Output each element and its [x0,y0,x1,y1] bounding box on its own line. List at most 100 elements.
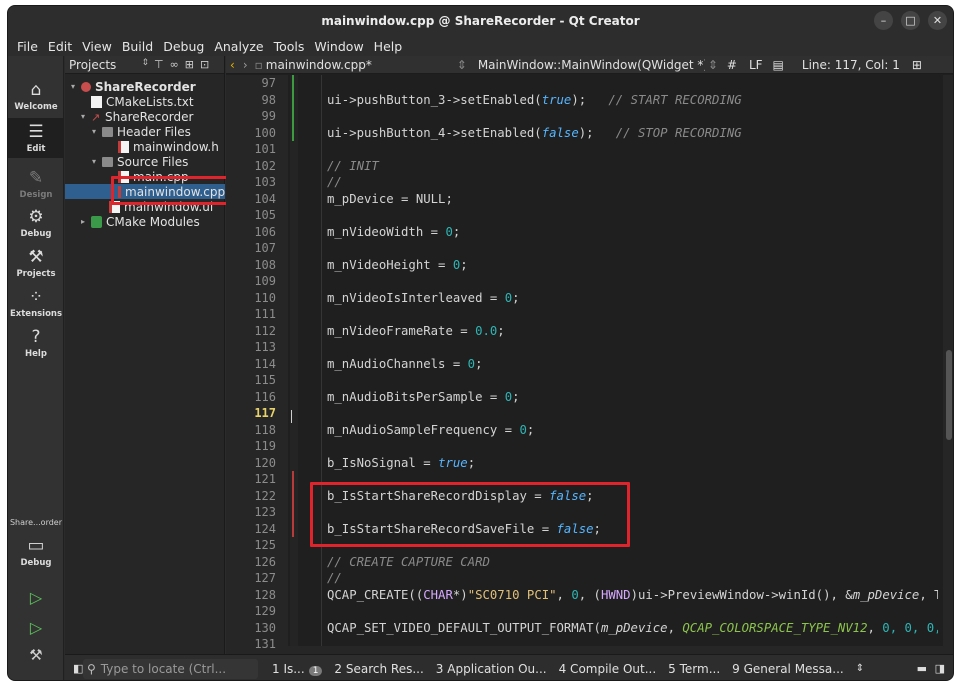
tab-search-results[interactable]: 2 Search Res... [328,662,429,676]
tree-item-label: mainwindow.ui [124,199,214,214]
menu-debug[interactable]: Debug [158,39,209,54]
kit-name: Share...order [9,518,63,527]
output-toggle-icon[interactable]: ◨ [935,662,945,675]
mode-help[interactable]: ? Help [8,323,64,363]
maximize-button[interactable]: □ [901,11,920,30]
close-panel-icon[interactable]: ⊡ [197,58,212,71]
vertical-scrollbar[interactable] [943,75,953,654]
projects-view-select[interactable]: Projects ⇕ [65,58,151,72]
line-number: 105 [254,208,276,222]
open-document-select[interactable]: mainwindow.cpp* [266,58,454,72]
tree-item-label: mainwindow.h [133,139,219,154]
editor-toolbar: ‹ › ▫ mainwindow.cpp* ⇕ MainWindow::Main… [226,56,953,74]
sidebar-toggle-icon[interactable]: ◧ [73,662,83,675]
mode-extensions[interactable]: ⁘ Extensions [8,283,64,323]
tree-item-mainwindow-cpp[interactable]: mainwindow.cpp [65,184,225,199]
mode-projects[interactable]: ⚒ Projects [8,243,64,283]
text-cursor [291,410,292,423]
code-line-126: // CREATE CAPTURE CARD [327,554,490,569]
horizontal-scrollbar[interactable] [288,646,943,654]
tree-item-mainwindow-ui[interactable]: mainwindow.ui [109,199,213,214]
tab-general-messages[interactable]: 9 General Messa... [726,662,850,676]
debug-run-icon[interactable]: ▷ [26,618,46,638]
symbol-select[interactable]: MainWindow::MainWindow(QWidget *) [470,58,705,72]
tab-application-output[interactable]: 3 Application Ou... [430,662,553,676]
more-tabs-icon[interactable]: ⇕ [850,663,870,674]
tree-item-mainwindow-h[interactable]: mainwindow.h [118,139,219,154]
menu-tools[interactable]: Tools [269,39,310,54]
split-icon[interactable]: ⊞ [182,58,197,71]
line-number: 111 [254,307,276,321]
locator-input[interactable]: ⚲ Type to locate (Ctrl... [83,658,258,679]
collapse-arrow-icon: ▾ [81,112,86,121]
menu-file[interactable]: File [12,39,43,54]
minimize-button[interactable]: – [874,11,893,30]
code-line-110: m_nVideoIsInterleaved = 0; [327,290,520,305]
tab-compile-output[interactable]: 4 Compile Out... [553,662,663,676]
line-number: 99 [261,109,276,123]
lock-icon: ▫ [254,57,263,72]
title-bar: mainwindow.cpp @ ShareRecorder - Qt Crea… [8,6,953,36]
menu-analyze[interactable]: Analyze [209,39,268,54]
tree-item-target[interactable]: ▾ ↗ ShareRecorder [81,109,193,124]
tree-item-header-files[interactable]: ▾ Header Files [92,124,191,139]
line-ending-select[interactable]: LF [743,58,769,72]
line-number: 130 [254,620,276,635]
tree-item-cmakelists[interactable]: CMakeLists.txt [91,94,194,109]
tree-item-cmake-modules[interactable]: ▸ CMake Modules [81,214,200,229]
indent-guide [321,75,322,654]
mode-edit[interactable]: ☰ Edit [8,118,64,158]
line-number: 122 [254,488,276,503]
current-line-number: 117 [254,406,276,420]
tree-item-label: CMake Modules [106,214,200,229]
mode-design[interactable]: ✎ Design [8,164,64,204]
line-number: 123 [254,505,276,519]
cursor-position[interactable]: Line: 117, Col: 1 [788,58,900,72]
line-number: 109 [254,274,276,288]
run-icon[interactable]: ▷ [26,588,46,608]
scrollbar-thumb[interactable] [946,350,952,440]
tree-item-project[interactable]: ▾ ShareRecorder [71,79,196,94]
line-number: 108 [254,257,276,272]
close-button[interactable]: ✕ [928,11,947,30]
progress-toggle-icon[interactable]: ▬ [917,662,927,675]
mode-label: Welcome [14,101,58,112]
updown-arrow-icon: ⇕ [707,57,718,72]
menu-edit[interactable]: Edit [43,39,77,54]
tree-item-source-files[interactable]: ▾ Source Files [92,154,188,169]
menu-help[interactable]: Help [369,39,408,54]
mode-label: Debug [20,228,52,239]
hash-indicator[interactable]: # [721,58,743,72]
collapse-arrow-icon: ▾ [71,82,76,91]
tab-terminal[interactable]: 5 Term... [662,662,726,676]
menu-build[interactable]: Build [117,39,158,54]
back-icon[interactable]: ‹ [226,58,239,72]
kit-selector[interactable]: ▭ Debug [8,531,64,571]
code-line-118: m_nAudioSampleFrequency = 0; [327,422,535,437]
collapse-arrow-icon: ▾ [92,157,97,166]
pen-icon: ✎ [28,167,44,188]
text-file-icon [91,95,102,108]
code-line-130: QCAP_SET_VIDEO_DEFAULT_OUTPUT_FORMAT(m_p… [327,620,938,635]
tree-item-main-cpp[interactable]: main.cpp [118,169,189,184]
link-icon[interactable]: ∞ [167,58,182,71]
filter-icon[interactable]: ⊤ [151,58,167,71]
split-icon[interactable]: ⊞ [900,58,922,72]
mode-debug[interactable]: ⚙ Debug [8,203,64,243]
code-area[interactable]: ui->pushButton_3->setEnabled(true); // S… [298,75,938,654]
menu-view[interactable]: View [77,39,117,54]
window-title: mainwindow.cpp @ ShareRecorder - Qt Crea… [321,14,640,28]
code-line-104: m_pDevice = NULL; [327,191,453,206]
line-number: 104 [254,191,276,206]
collapse-arrow-icon: ▾ [92,127,97,136]
menu-window[interactable]: Window [309,39,368,54]
mode-label: Edit [26,143,46,154]
projects-view-label: Projects [69,57,117,72]
encoding-icon[interactable]: ▤ [769,58,788,72]
line-number: 121 [254,472,276,486]
forward-icon[interactable]: › [239,58,252,72]
line-number: 116 [254,389,276,404]
tab-issues[interactable]: 1 Is... 1 [266,662,328,676]
build-hammer-icon[interactable]: ⚒ [26,646,46,666]
mode-welcome[interactable]: ⌂ Welcome [8,76,64,116]
